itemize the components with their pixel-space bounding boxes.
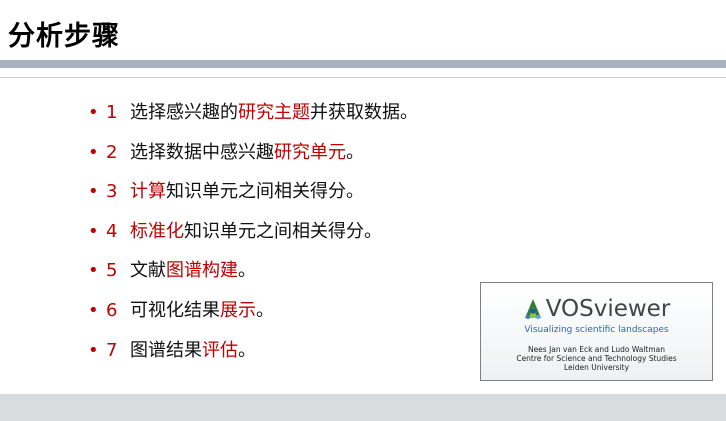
step-number: 4: [106, 220, 118, 242]
vosviewer-logo: VOSviewer: [481, 296, 712, 322]
vosviewer-banner: VOSviewer Visualizing scientific landsca…: [480, 282, 713, 381]
vosviewer-logo-icon: [524, 299, 541, 319]
step-item-4: • 4 标准化知识单元之间相关得分。: [88, 220, 418, 242]
step-text: 选择数据中感兴趣: [130, 141, 274, 163]
step-highlight: 研究单元: [274, 141, 346, 163]
step-text: 。: [256, 299, 274, 321]
step-number: 2: [106, 141, 118, 163]
title-divider-line: [0, 77, 726, 78]
step-item-6: • 6 可视化结果展示。: [88, 299, 418, 321]
step-text: 。: [238, 260, 256, 282]
credit-centre: Centre for Science and Technology Studie…: [516, 354, 677, 363]
step-text: 并获取数据。: [310, 102, 418, 123]
step-text: 文献: [130, 260, 166, 282]
step-item-2: • 2 选择数据中感兴趣研究单元。: [88, 141, 418, 163]
slide-title: 分析步骤: [8, 21, 120, 52]
step-highlight: 计算: [130, 181, 166, 203]
step-text: 知识单元之间相关得分。: [166, 181, 364, 203]
step-highlight: 标准化: [130, 220, 184, 242]
step-item-7: • 7 图谱结果评估。: [88, 339, 418, 361]
step-highlight: 评估: [202, 339, 238, 361]
bullet-icon: •: [88, 299, 99, 321]
step-text: 可视化结果: [130, 299, 220, 321]
step-highlight: 展示: [220, 299, 256, 321]
footer-band: [0, 394, 726, 421]
step-highlight: 图谱构建: [166, 260, 238, 282]
step-number: 6: [106, 299, 118, 321]
step-highlight: 研究主题: [238, 102, 310, 123]
step-number: 3: [106, 181, 118, 203]
credit-university: Leiden University: [563, 363, 630, 372]
title-divider-bar: [0, 60, 726, 68]
vosviewer-credits: Nees Jan van Eck and Ludo Waltman Centre…: [481, 345, 712, 372]
step-number: 1: [106, 102, 118, 123]
step-text: 知识单元之间相关得分。: [184, 220, 382, 242]
step-item-1: • 1 选择感兴趣的研究主题并获取数据。: [88, 103, 418, 123]
step-item-5: • 5 文献图谱构建。: [88, 261, 418, 281]
step-text: 。: [346, 141, 364, 163]
step-text: 。: [238, 339, 256, 361]
bullet-icon: •: [88, 102, 99, 123]
vosviewer-logo-text: VOSviewer: [545, 296, 671, 322]
step-number: 7: [106, 339, 118, 361]
steps-list: • 1 选择感兴趣的研究主题并获取数据。 • 2 选择数据中感兴趣研究单元。 • 3 计算知…: [88, 103, 418, 380]
bullet-icon: •: [88, 141, 99, 163]
step-item-3: • 3 计算知识单元之间相关得分。: [88, 182, 418, 202]
bullet-icon: •: [88, 220, 99, 242]
step-number: 5: [106, 260, 118, 282]
step-text: 图谱结果: [130, 339, 202, 361]
bullet-icon: •: [88, 181, 99, 203]
bullet-icon: •: [88, 339, 99, 361]
vosviewer-tagline: Visualizing scientific landscapes: [524, 325, 669, 335]
bullet-icon: •: [88, 260, 99, 282]
credit-authors: Nees Jan van Eck and Ludo Waltman: [527, 345, 666, 354]
step-text: 选择感兴趣的: [130, 102, 238, 123]
